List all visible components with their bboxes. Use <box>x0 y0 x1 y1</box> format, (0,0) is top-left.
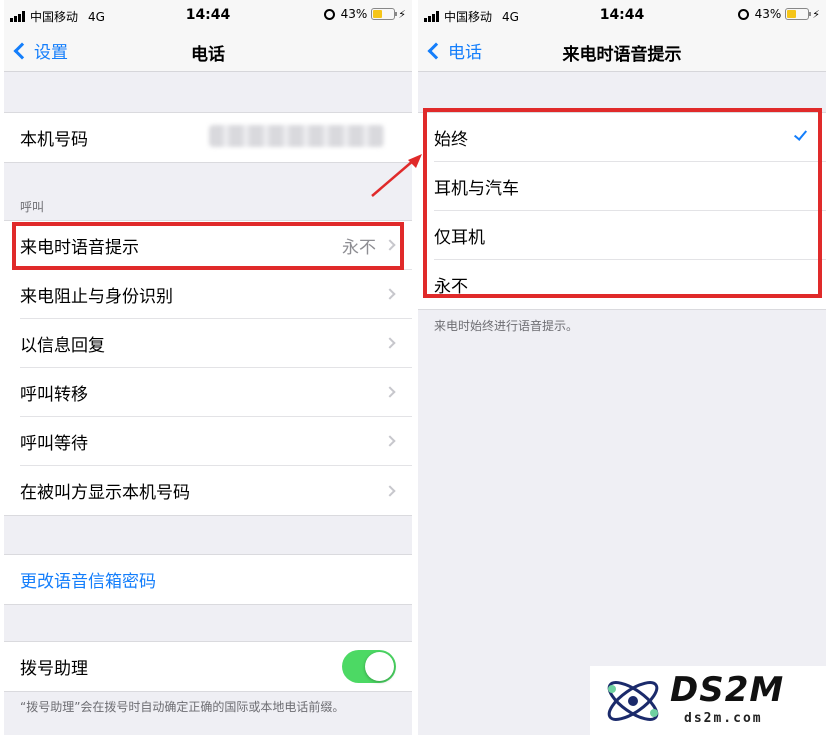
row-call-forwarding[interactable]: 呼叫转移 <box>20 368 412 417</box>
row-call-waiting[interactable]: 呼叫等待 <box>20 417 412 466</box>
row-label: 来电阻止与身份识别 <box>20 286 173 307</box>
page-title: 电话 <box>191 45 225 65</box>
battery-icon <box>785 8 812 20</box>
red-arrow-icon <box>371 154 422 197</box>
option-footnote: 来电时始终进行语音提示。 <box>434 319 579 333</box>
chevron-right-icon <box>384 435 396 447</box>
dial-assist-row: 拨号助理 <box>4 642 412 691</box>
link-label: 更改语音信箱密码 <box>20 572 156 592</box>
my-number-label: 本机号码 <box>20 130 88 150</box>
chevron-right-icon <box>384 386 396 398</box>
status-bar: 中国移动 4G 14:44 43% ⚡ <box>418 0 826 32</box>
dial-assist-footnote: “拨号助理”会在拨号时自动确定正确的国际或本地电话前缀。 <box>20 700 345 714</box>
battery-icon <box>371 8 398 20</box>
row-label: 在被叫方显示本机号码 <box>20 483 190 503</box>
section-header-calls: 呼叫 <box>20 200 45 214</box>
nav-bar: 电话 来电时语音提示 <box>418 32 826 72</box>
row-label: 呼叫等待 <box>20 433 88 454</box>
nav-bar: 设置 电话 <box>4 32 412 72</box>
chevron-right-icon <box>384 288 396 300</box>
row-label: 呼叫转移 <box>20 384 88 405</box>
watermark-domain: ds2m.com <box>684 711 763 726</box>
watermark: DS2M ds2m.com <box>590 666 827 735</box>
atom-logo-icon <box>607 681 659 721</box>
dial-assist-toggle[interactable] <box>342 650 396 683</box>
my-number-row[interactable]: 本机号码 <box>4 113 412 162</box>
battery-percent: 43% <box>340 7 368 21</box>
watermark-logo-text: DS2M <box>670 670 785 710</box>
status-bar: 中国移动 4G 14:44 43% ⚡ <box>4 0 412 32</box>
my-number-group: 本机号码 <box>4 112 412 163</box>
phone-settings-screen: 中国移动 4G 14:44 43% ⚡ 设置 电话 本机号码 呼叫 来电时语音提… <box>4 0 412 735</box>
charging-icon: ⚡ <box>812 7 820 21</box>
highlight-box-right <box>423 108 822 298</box>
charging-icon: ⚡ <box>398 7 406 21</box>
toggle-knob <box>365 652 394 681</box>
dial-assist-group: 拨号助理 <box>4 641 412 692</box>
change-voicemail-password-link[interactable]: 更改语音信箱密码 <box>4 555 412 604</box>
dial-assist-label: 拨号助理 <box>20 659 88 679</box>
chevron-right-icon <box>384 484 396 497</box>
blurred-phone-number <box>209 125 384 147</box>
row-respond-with-text[interactable]: 以信息回复 <box>20 319 412 368</box>
page-title: 来电时语音提示 <box>562 45 682 65</box>
voicemail-group: 更改语音信箱密码 <box>4 554 412 605</box>
alarm-icon <box>323 8 335 20</box>
highlight-box-left <box>12 222 404 270</box>
row-call-blocking[interactable]: 来电阻止与身份识别 <box>20 270 412 319</box>
chevron-right-icon <box>384 337 396 349</box>
battery-percent: 43% <box>754 7 782 21</box>
alarm-icon <box>737 8 749 20</box>
row-label: 以信息回复 <box>20 335 105 356</box>
row-show-caller-id[interactable]: 在被叫方显示本机号码 <box>20 466 412 515</box>
